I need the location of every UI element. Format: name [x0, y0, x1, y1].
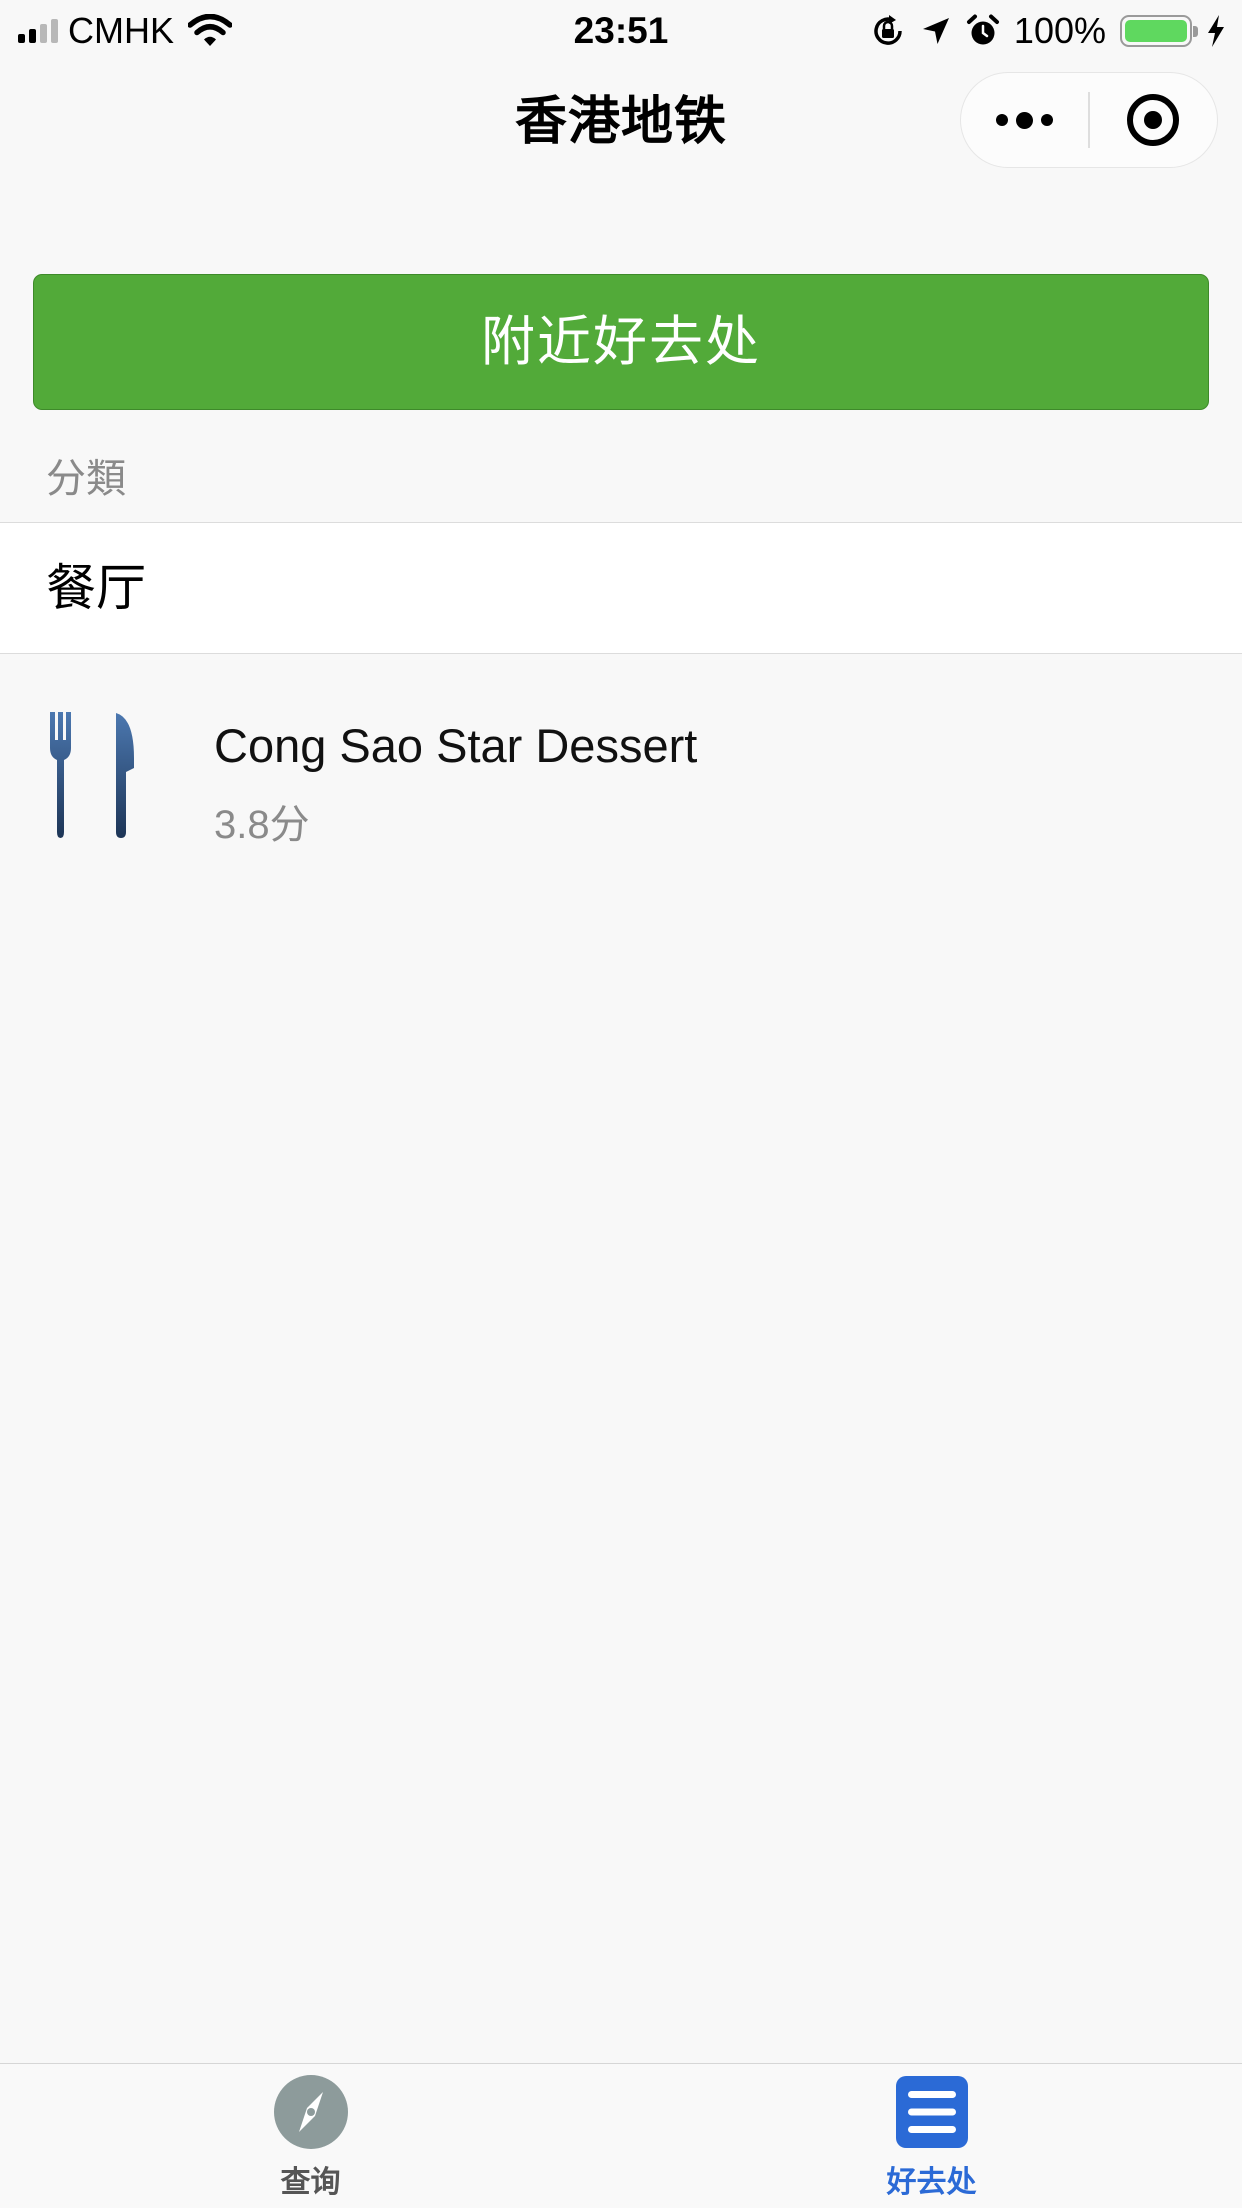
carrier-name: CMHK: [68, 10, 174, 51]
app-screen: CMHK 23:51 100% 香港地铁 附近好去处 分類 餐厅 Cong Sa…: [0, 0, 1242, 2208]
tab-places-label: 好去处: [886, 2166, 977, 2199]
status-left: CMHK: [18, 0, 232, 62]
alarm-clock-icon: [966, 14, 999, 45]
list-item[interactable]: Cong Sao Star Dessert 3.8分: [0, 690, 1242, 860]
location-arrow-icon: [922, 18, 949, 44]
tab-query-label: 查询: [280, 2166, 341, 2199]
tab-bar: 查询 好去处: [0, 2063, 1242, 2208]
category-selector[interactable]: 餐厅: [0, 522, 1242, 654]
tab-query[interactable]: 查询: [0, 2064, 621, 2208]
battery-icon: [1120, 15, 1198, 47]
more-dots-icon: [996, 111, 1054, 129]
status-bar: CMHK 23:51 100%: [0, 0, 1242, 62]
category-section-label: 分類: [46, 457, 126, 501]
battery-level-fill: [1125, 20, 1187, 42]
wifi-icon: [188, 14, 232, 46]
nav-bar: 香港地铁: [0, 62, 1242, 182]
compass-icon: [273, 2075, 348, 2149]
battery-tip: [1193, 26, 1198, 37]
charging-bolt-icon: [1208, 15, 1224, 47]
status-right: 100%: [870, 0, 1226, 62]
rotation-lock-icon: [874, 15, 902, 45]
place-name: Cong Sao Star Dessert: [214, 719, 698, 772]
mini-program-capsule: [960, 72, 1218, 168]
place-score: 3.8分: [214, 803, 310, 847]
target-icon: [1127, 94, 1180, 146]
fork-knife-icon: [50, 712, 134, 838]
tab-places[interactable]: 好去处: [621, 2064, 1242, 2208]
nearby-places-button[interactable]: 附近好去处: [33, 274, 1209, 410]
more-button[interactable]: [961, 72, 1088, 168]
list-icon: [895, 2076, 968, 2148]
close-mini-program-button[interactable]: [1090, 72, 1217, 168]
signal-strength-icon: [18, 19, 58, 43]
battery-percent: 100%: [1013, 10, 1106, 51]
